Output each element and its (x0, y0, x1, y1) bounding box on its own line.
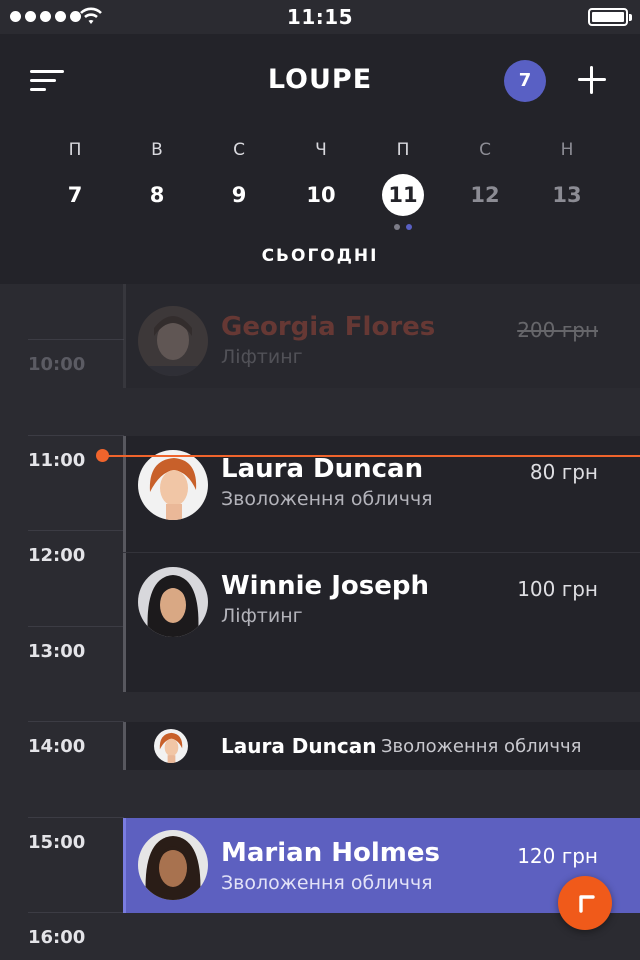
avatar (138, 830, 208, 900)
calendar-header: LOUPE 7 П 7 В 8 С 9 Ч 10 П 11 С 12 Н 13 … (0, 34, 640, 284)
date-number: 13 (552, 183, 582, 207)
day-sunday[interactable]: Н 13 (526, 138, 608, 234)
hour-label: 16:00 (28, 927, 86, 948)
price-label: 200 грн (517, 318, 598, 342)
appointment-dots (362, 224, 444, 230)
status-time: 11:15 (286, 5, 354, 29)
add-appointment-button[interactable] (576, 64, 608, 96)
current-time-line (104, 455, 640, 457)
day-saturday[interactable]: С 12 (444, 138, 526, 234)
client-name: Georgia Flores (221, 312, 436, 342)
weekday-label: С (233, 140, 245, 160)
date-number: 8 (149, 183, 165, 207)
day-tuesday[interactable]: В 8 (116, 138, 198, 234)
day-wednesday[interactable]: С 9 (198, 138, 280, 234)
appointment-card-past[interactable]: Georgia Flores Ліфтинг 200 грн (123, 284, 640, 388)
weekday-label: С (479, 140, 491, 160)
hour-gridline (28, 817, 124, 818)
notification-badge[interactable]: 7 (504, 60, 546, 102)
week-strip: П 7 В 8 С 9 Ч 10 П 11 С 12 Н 13 (34, 138, 608, 234)
jump-to-now-button[interactable] (558, 876, 612, 930)
today-button[interactable]: СЬОГОДНІ (0, 246, 640, 266)
appointment-card-compact[interactable]: Laura Duncan Зволоження обличчя (123, 722, 640, 770)
day-thursday[interactable]: Ч 10 (280, 138, 362, 234)
service-name: Ліфтинг (221, 605, 303, 627)
price-label: 100 грн (517, 577, 598, 601)
avatar (138, 450, 208, 520)
weekday-label: Ч (315, 140, 327, 160)
avatar (138, 306, 208, 376)
day-monday[interactable]: П 7 (34, 138, 116, 234)
service-name: Ліфтинг (221, 346, 303, 368)
service-name: Зволоження обличчя (221, 872, 433, 894)
date-number: 12 (470, 183, 500, 207)
price-label: 80 грн (529, 460, 598, 484)
day-timeline[interactable]: 10:00 11:00 12:00 13:00 14:00 15:00 16:0… (0, 284, 640, 960)
weekday-label: П (68, 140, 82, 160)
hour-label: 14:00 (28, 736, 86, 757)
appointment-card[interactable]: Winnie Joseph Ліфтинг 100 грн (123, 553, 640, 692)
client-name: Winnie Joseph (221, 571, 429, 601)
weekday-label: П (396, 140, 410, 160)
day-friday-selected[interactable]: П 11 (362, 138, 444, 234)
hour-gridline (28, 530, 124, 531)
hour-gridline (28, 721, 124, 722)
service-name: Зволоження обличчя (381, 736, 582, 757)
battery-icon (588, 8, 632, 26)
current-time-dot (96, 449, 109, 462)
status-bar: 11:15 (0, 0, 640, 34)
hour-label: 11:00 (28, 450, 86, 471)
corner-arrow-icon (579, 895, 595, 913)
avatar (154, 729, 188, 763)
client-name: Laura Duncan (221, 454, 424, 484)
hour-gridline (28, 435, 124, 436)
service-name: Зволоження обличчя (221, 488, 433, 510)
hour-label: 10:00 (28, 354, 86, 375)
hour-gridline (28, 339, 124, 340)
date-number: 9 (231, 183, 247, 207)
client-name: Marian Holmes (221, 838, 440, 868)
date-number: 10 (306, 183, 336, 207)
date-number: 11 (382, 174, 424, 216)
date-number: 7 (67, 183, 83, 207)
price-label: 120 грн (517, 844, 598, 868)
hour-label: 13:00 (28, 641, 86, 662)
avatar (138, 567, 208, 637)
hour-gridline (28, 626, 124, 627)
weekday-label: Н (560, 140, 574, 160)
hour-label: 15:00 (28, 832, 86, 853)
weekday-label: В (151, 140, 163, 160)
client-name: Laura Duncan (221, 734, 377, 758)
hour-gridline (28, 912, 124, 913)
hour-label: 12:00 (28, 545, 86, 566)
